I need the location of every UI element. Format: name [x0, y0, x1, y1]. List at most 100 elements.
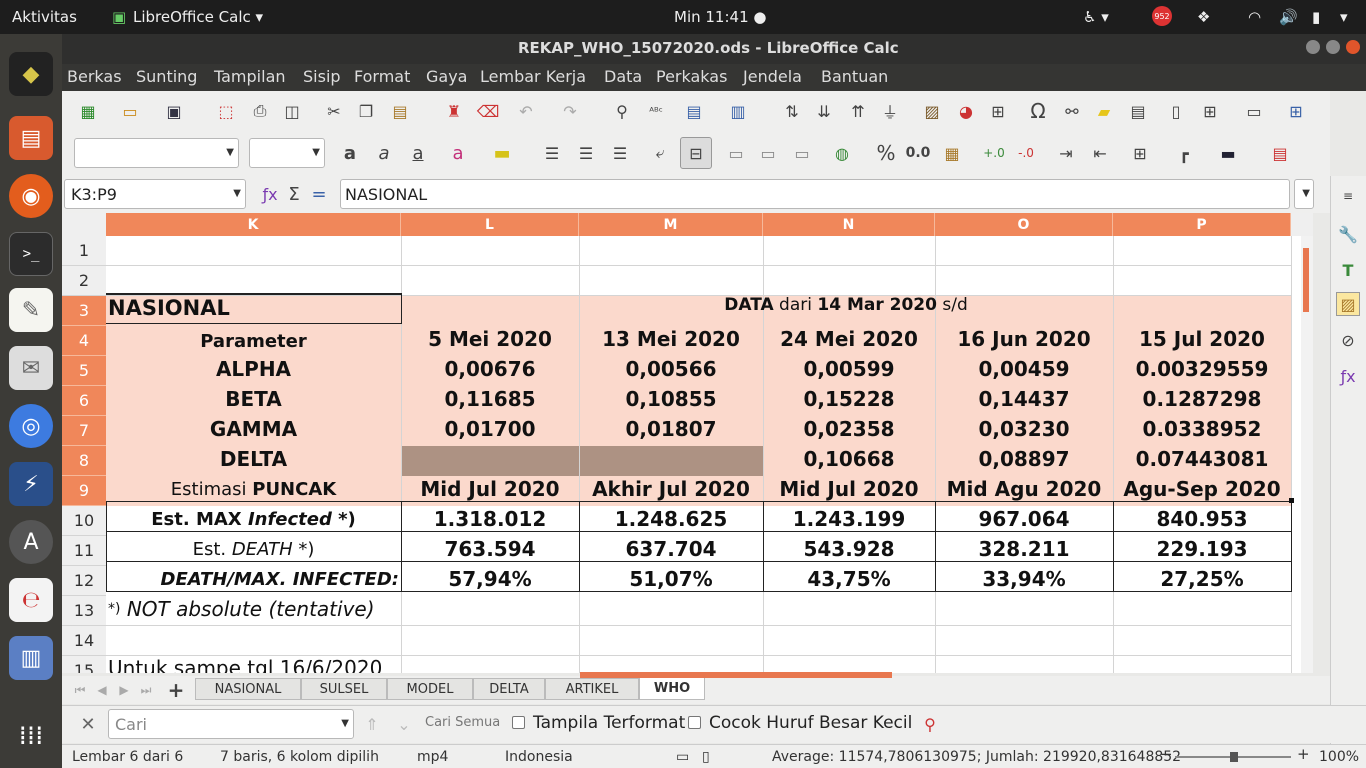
- row-header[interactable]: 7: [62, 416, 106, 446]
- print-preview-icon[interactable]: ◫: [280, 99, 304, 123]
- cell-max-infected[interactable]: 1.248.625: [579, 504, 763, 534]
- show-apps-icon[interactable]: ⁞⁞⁞: [9, 714, 53, 758]
- cell-k4[interactable]: Parameter: [106, 326, 401, 356]
- paste-icon[interactable]: ▤: [388, 99, 412, 123]
- properties-icon[interactable]: 🔧: [1336, 222, 1360, 246]
- number-format-icon[interactable]: 0.0: [906, 141, 931, 165]
- dropbox-icon[interactable]: ❖: [1197, 8, 1210, 26]
- add-decimal-icon[interactable]: +.0: [982, 141, 1006, 165]
- cell-beta[interactable]: 0,15228: [763, 384, 935, 414]
- percent-icon[interactable]: %: [874, 141, 898, 165]
- clear-formatting-icon[interactable]: ⌫: [476, 99, 500, 123]
- find-previous-icon[interactable]: ⇑: [360, 712, 384, 736]
- tab-nasional[interactable]: NASIONAL: [195, 678, 301, 700]
- notification-badge[interactable]: 952: [1152, 6, 1172, 26]
- cell-ratio[interactable]: 43,75%: [763, 564, 935, 594]
- row-header[interactable]: 12: [62, 566, 106, 596]
- menu-jendela[interactable]: Jendela: [743, 67, 802, 86]
- accessibility-icon[interactable]: ♿ ▾: [1083, 8, 1109, 26]
- cell-gamma[interactable]: 0,01807: [579, 414, 763, 444]
- select-all-corner[interactable]: [62, 213, 106, 236]
- function-wizard-icon[interactable]: ƒx: [258, 182, 282, 206]
- app-menu-button[interactable]: LibreOffice Calc ▾: [133, 8, 263, 26]
- system-menu-chevron-icon[interactable]: ▾: [1340, 8, 1348, 26]
- cell-alpha[interactable]: 0.00329559: [1113, 354, 1291, 384]
- clone-formatting-icon[interactable]: ♜: [442, 99, 466, 123]
- align-left-icon[interactable]: ☰: [540, 141, 564, 165]
- highlight-color-icon[interactable]: ▬: [490, 141, 514, 165]
- cell-peak[interactable]: Akhir Jul 2020: [579, 474, 763, 504]
- cell-gamma[interactable]: 0.0338952: [1113, 414, 1291, 444]
- cell-ratio[interactable]: 51,07%: [579, 564, 763, 594]
- find-input[interactable]: Cari ▼: [108, 709, 354, 739]
- row-header[interactable]: 3: [62, 296, 106, 326]
- maximize-icon[interactable]: [1326, 40, 1340, 54]
- cell-delta[interactable]: 0,08897: [935, 444, 1113, 474]
- find-replace-icon[interactable]: ⚲: [610, 99, 634, 123]
- autofilter-icon[interactable]: ⏚: [878, 99, 902, 123]
- impress-icon[interactable]: ▥: [9, 636, 53, 680]
- gallery-icon[interactable]: ▨: [1336, 292, 1360, 316]
- cell-date[interactable]: 24 Mei 2020: [763, 324, 935, 354]
- menu-berkas[interactable]: Berkas: [67, 67, 122, 86]
- activities-button[interactable]: Aktivitas: [12, 8, 77, 26]
- functions-icon[interactable]: ƒx: [1336, 364, 1360, 388]
- borders-icon[interactable]: ⊞: [1128, 141, 1152, 165]
- files-icon[interactable]: ▤: [9, 116, 53, 160]
- cell-beta[interactable]: 0,14437: [935, 384, 1113, 414]
- tab-who[interactable]: WHO: [639, 678, 705, 700]
- save-icon[interactable]: ▣: [162, 99, 186, 123]
- cell-peak[interactable]: Mid Jul 2020: [763, 474, 935, 504]
- sum-display[interactable]: Average: 11574,7806130975; Jumlah: 21992…: [772, 749, 1181, 765]
- cell-beta[interactable]: 0,11685: [401, 384, 579, 414]
- row-header[interactable]: 10: [62, 506, 106, 536]
- font-name-combo[interactable]: ▼: [74, 138, 239, 168]
- remote-desktop-icon[interactable]: ⚡: [9, 462, 53, 506]
- update-icon[interactable]: A: [9, 520, 53, 564]
- horizontal-scroll-thumb[interactable]: [580, 672, 892, 678]
- row-header[interactable]: 11: [62, 536, 106, 566]
- text-editor-icon[interactable]: ✎: [9, 288, 53, 332]
- selection-mode-icon[interactable]: ▯: [702, 749, 710, 765]
- menu-tampilan[interactable]: Tampilan: [214, 67, 286, 86]
- align-center-icon[interactable]: ☰: [574, 141, 598, 165]
- export-pdf-icon[interactable]: ⬚: [214, 99, 238, 123]
- formula-input[interactable]: NASIONAL: [340, 179, 1290, 209]
- cell-beta[interactable]: 0,10855: [579, 384, 763, 414]
- currency-icon[interactable]: ◍: [830, 141, 854, 165]
- column-header-k[interactable]: K: [106, 213, 401, 236]
- italic-icon[interactable]: a: [372, 141, 396, 165]
- minimize-icon[interactable]: [1306, 40, 1320, 54]
- align-bottom-icon[interactable]: ▭: [790, 141, 814, 165]
- cell-beta-label[interactable]: BETA: [106, 384, 401, 414]
- sort-icon[interactable]: ⇅: [780, 99, 804, 123]
- freeze-rows-icon[interactable]: ⊞: [1198, 99, 1222, 123]
- zoom-in-icon[interactable]: +: [1297, 745, 1310, 763]
- row-header[interactable]: 13: [62, 596, 106, 626]
- menu-data[interactable]: Data: [604, 67, 642, 86]
- match-case-checkbox[interactable]: [688, 716, 701, 729]
- copy-icon[interactable]: ❐: [354, 99, 378, 123]
- formula-icon[interactable]: =: [307, 182, 331, 206]
- cell-death[interactable]: 543.928: [763, 534, 935, 564]
- vertical-scroll-thumb[interactable]: [1303, 248, 1309, 312]
- zoom-slider-handle[interactable]: [1230, 752, 1238, 762]
- column-header-n[interactable]: N: [763, 213, 935, 236]
- cut-icon[interactable]: ✂: [322, 99, 346, 123]
- cell-alpha[interactable]: 0,00566: [579, 354, 763, 384]
- row-header[interactable]: 5: [62, 356, 106, 386]
- find-all-button[interactable]: Cari Semua: [425, 715, 500, 730]
- mail-icon[interactable]: ✉: [9, 346, 53, 390]
- menu-perkakas[interactable]: Perkakas: [656, 67, 727, 86]
- column-header-l[interactable]: L: [401, 213, 579, 236]
- menu-gaya[interactable]: Gaya: [426, 67, 467, 86]
- app-icon-game[interactable]: ◆: [9, 52, 53, 96]
- cell-alpha-label[interactable]: ALPHA: [106, 354, 401, 384]
- first-sheet-icon[interactable]: ⏮: [68, 678, 92, 702]
- date-format-icon[interactable]: ▦: [940, 141, 964, 165]
- sort-ascending-icon[interactable]: ⇊: [812, 99, 836, 123]
- zoom-out-icon[interactable]: −: [1160, 745, 1173, 763]
- cell-date[interactable]: 13 Mei 2020: [579, 324, 763, 354]
- row-header[interactable]: 1: [62, 236, 106, 266]
- row-header[interactable]: 15: [62, 656, 106, 673]
